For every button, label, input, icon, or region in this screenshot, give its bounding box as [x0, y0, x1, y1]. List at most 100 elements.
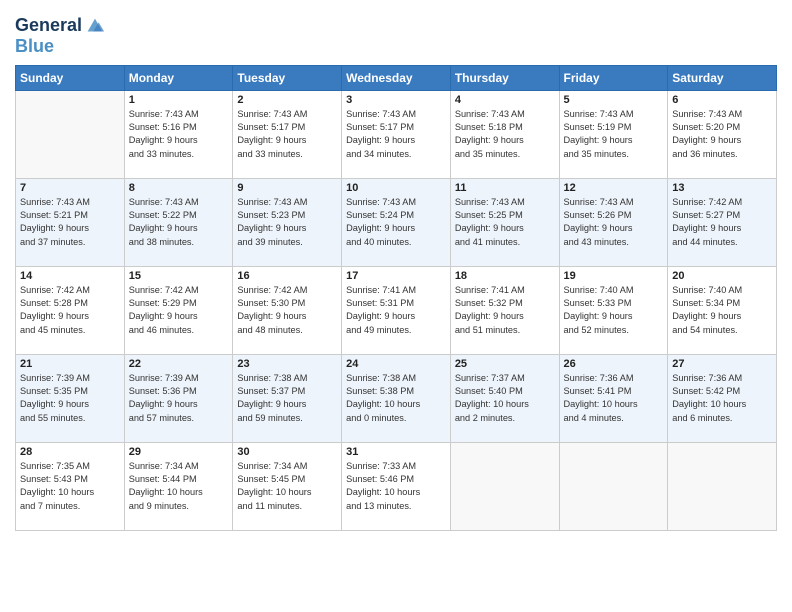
day-info: Sunrise: 7:36 AMSunset: 5:41 PMDaylight:…: [564, 372, 664, 425]
day-number: 3: [346, 94, 446, 106]
logo-text: General: [15, 16, 82, 36]
day-number: 7: [20, 182, 120, 194]
day-info: Sunrise: 7:39 AMSunset: 5:35 PMDaylight:…: [20, 372, 120, 425]
day-number: 17: [346, 270, 446, 282]
day-info: Sunrise: 7:41 AMSunset: 5:32 PMDaylight:…: [455, 284, 555, 337]
calendar-cell: 21 Sunrise: 7:39 AMSunset: 5:35 PMDayligh…: [16, 354, 125, 442]
calendar-cell: 25 Sunrise: 7:37 AMSunset: 5:40 PMDayligh…: [450, 354, 559, 442]
day-info: Sunrise: 7:39 AMSunset: 5:36 PMDaylight:…: [129, 372, 229, 425]
day-info: Sunrise: 7:38 AMSunset: 5:37 PMDaylight:…: [237, 372, 337, 425]
calendar-cell: 29 Sunrise: 7:34 AMSunset: 5:44 PMDayligh…: [124, 442, 233, 530]
calendar-cell: 14 Sunrise: 7:42 AMSunset: 5:28 PMDayligh…: [16, 266, 125, 354]
calendar-week-row: 14 Sunrise: 7:42 AMSunset: 5:28 PMDayligh…: [16, 266, 777, 354]
calendar-cell: [559, 442, 668, 530]
calendar-cell: 11 Sunrise: 7:43 AMSunset: 5:25 PMDayligh…: [450, 178, 559, 266]
day-info: Sunrise: 7:43 AMSunset: 5:24 PMDaylight:…: [346, 196, 446, 249]
day-number: 19: [564, 270, 664, 282]
day-number: 14: [20, 270, 120, 282]
calendar-cell: 12Sunrise: 7:43 AMSunset: 5:26 PMDayligh…: [559, 178, 668, 266]
calendar-cell: [16, 90, 125, 178]
weekday-header-monday: Monday: [124, 65, 233, 90]
day-info: Sunrise: 7:34 AMSunset: 5:44 PMDaylight:…: [129, 460, 229, 513]
calendar-cell: 1 Sunrise: 7:43 AMSunset: 5:16 PMDaylight…: [124, 90, 233, 178]
day-info: Sunrise: 7:40 AMSunset: 5:33 PMDaylight:…: [564, 284, 664, 337]
calendar-cell: [450, 442, 559, 530]
calendar-cell: 24 Sunrise: 7:38 AMSunset: 5:38 PMDayligh…: [342, 354, 451, 442]
logo-blue-text: Blue: [15, 37, 106, 57]
day-number: 18: [455, 270, 555, 282]
calendar-cell: 7 Sunrise: 7:43 AMSunset: 5:21 PMDaylight…: [16, 178, 125, 266]
day-info: Sunrise: 7:42 AMSunset: 5:28 PMDaylight:…: [20, 284, 120, 337]
day-number: 10: [346, 182, 446, 194]
day-info: Sunrise: 7:43 AMSunset: 5:25 PMDaylight:…: [455, 196, 555, 249]
day-info: Sunrise: 7:40 AMSunset: 5:34 PMDaylight:…: [672, 284, 772, 337]
calendar-cell: 2 Sunrise: 7:43 AMSunset: 5:17 PMDaylight…: [233, 90, 342, 178]
day-number: 6: [672, 94, 772, 106]
weekday-header-saturday: Saturday: [668, 65, 777, 90]
day-info: Sunrise: 7:43 AMSunset: 5:16 PMDaylight:…: [129, 108, 229, 161]
day-number: 29: [129, 446, 229, 458]
day-number: 8: [129, 182, 229, 194]
weekday-header-thursday: Thursday: [450, 65, 559, 90]
calendar-cell: 3 Sunrise: 7:43 AMSunset: 5:17 PMDaylight…: [342, 90, 451, 178]
day-number: 2: [237, 94, 337, 106]
weekday-header-friday: Friday: [559, 65, 668, 90]
calendar-week-row: 21 Sunrise: 7:39 AMSunset: 5:35 PMDayligh…: [16, 354, 777, 442]
day-info: Sunrise: 7:34 AMSunset: 5:45 PMDaylight:…: [237, 460, 337, 513]
day-info: Sunrise: 7:42 AMSunset: 5:27 PMDaylight:…: [672, 196, 772, 249]
calendar-week-row: 28 Sunrise: 7:35 AMSunset: 5:43 PMDayligh…: [16, 442, 777, 530]
day-number: 15: [129, 270, 229, 282]
day-info: Sunrise: 7:43 AMSunset: 5:22 PMDaylight:…: [129, 196, 229, 249]
calendar-cell: [668, 442, 777, 530]
logo-icon: [84, 15, 106, 37]
day-info: Sunrise: 7:43 AMSunset: 5:23 PMDaylight:…: [237, 196, 337, 249]
day-info: Sunrise: 7:33 AMSunset: 5:46 PMDaylight:…: [346, 460, 446, 513]
calendar-cell: 18 Sunrise: 7:41 AMSunset: 5:32 PMDayligh…: [450, 266, 559, 354]
day-number: 20: [672, 270, 772, 282]
calendar-cell: 22Sunrise: 7:39 AMSunset: 5:36 PMDayligh…: [124, 354, 233, 442]
weekday-header-wednesday: Wednesday: [342, 65, 451, 90]
calendar-cell: 31 Sunrise: 7:33 AMSunset: 5:46 PMDayligh…: [342, 442, 451, 530]
day-number: 24: [346, 358, 446, 370]
day-number: 1: [129, 94, 229, 106]
day-number: 9: [237, 182, 337, 194]
weekday-header-tuesday: Tuesday: [233, 65, 342, 90]
calendar-cell: 5 Sunrise: 7:43 AMSunset: 5:19 PMDaylight…: [559, 90, 668, 178]
calendar-cell: 20 Sunrise: 7:40 AMSunset: 5:34 PMDayligh…: [668, 266, 777, 354]
weekday-header-sunday: Sunday: [16, 65, 125, 90]
calendar-cell: 19 Sunrise: 7:40 AMSunset: 5:33 PMDayligh…: [559, 266, 668, 354]
calendar-cell: 16Sunrise: 7:42 AMSunset: 5:30 PMDayligh…: [233, 266, 342, 354]
day-info: Sunrise: 7:43 AMSunset: 5:17 PMDaylight:…: [237, 108, 337, 161]
day-info: Sunrise: 7:41 AMSunset: 5:31 PMDaylight:…: [346, 284, 446, 337]
day-number: 21: [20, 358, 120, 370]
calendar-cell: 23Sunrise: 7:38 AMSunset: 5:37 PMDayligh…: [233, 354, 342, 442]
day-info: Sunrise: 7:37 AMSunset: 5:40 PMDaylight:…: [455, 372, 555, 425]
calendar-cell: 13 Sunrise: 7:42 AMSunset: 5:27 PMDayligh…: [668, 178, 777, 266]
day-number: 16: [237, 270, 337, 282]
day-number: 13: [672, 182, 772, 194]
day-info: Sunrise: 7:43 AMSunset: 5:19 PMDaylight:…: [564, 108, 664, 161]
calendar-cell: 9 Sunrise: 7:43 AMSunset: 5:23 PMDaylight…: [233, 178, 342, 266]
day-info: Sunrise: 7:42 AMSunset: 5:29 PMDaylight:…: [129, 284, 229, 337]
calendar-cell: 4Sunrise: 7:43 AMSunset: 5:18 PMDaylight…: [450, 90, 559, 178]
calendar: SundayMondayTuesdayWednesdayThursdayFrid…: [15, 65, 777, 531]
calendar-cell: 8 Sunrise: 7:43 AMSunset: 5:22 PMDaylight…: [124, 178, 233, 266]
day-number: 5: [564, 94, 664, 106]
calendar-cell: 30Sunrise: 7:34 AMSunset: 5:45 PMDayligh…: [233, 442, 342, 530]
day-number: 12: [564, 182, 664, 194]
day-number: 11: [455, 182, 555, 194]
day-info: Sunrise: 7:43 AMSunset: 5:21 PMDaylight:…: [20, 196, 120, 249]
calendar-cell: 10 Sunrise: 7:43 AMSunset: 5:24 PMDayligh…: [342, 178, 451, 266]
day-info: Sunrise: 7:35 AMSunset: 5:43 PMDaylight:…: [20, 460, 120, 513]
day-number: 25: [455, 358, 555, 370]
day-info: Sunrise: 7:43 AMSunset: 5:17 PMDaylight:…: [346, 108, 446, 161]
day-number: 31: [346, 446, 446, 458]
calendar-week-row: 7 Sunrise: 7:43 AMSunset: 5:21 PMDaylight…: [16, 178, 777, 266]
day-info: Sunrise: 7:36 AMSunset: 5:42 PMDaylight:…: [672, 372, 772, 425]
day-info: Sunrise: 7:38 AMSunset: 5:38 PMDaylight:…: [346, 372, 446, 425]
day-number: 26: [564, 358, 664, 370]
day-info: Sunrise: 7:43 AMSunset: 5:18 PMDaylight:…: [455, 108, 555, 161]
calendar-cell: 17 Sunrise: 7:41 AMSunset: 5:31 PMDayligh…: [342, 266, 451, 354]
logo: General Blue: [15, 15, 106, 57]
day-number: 28: [20, 446, 120, 458]
